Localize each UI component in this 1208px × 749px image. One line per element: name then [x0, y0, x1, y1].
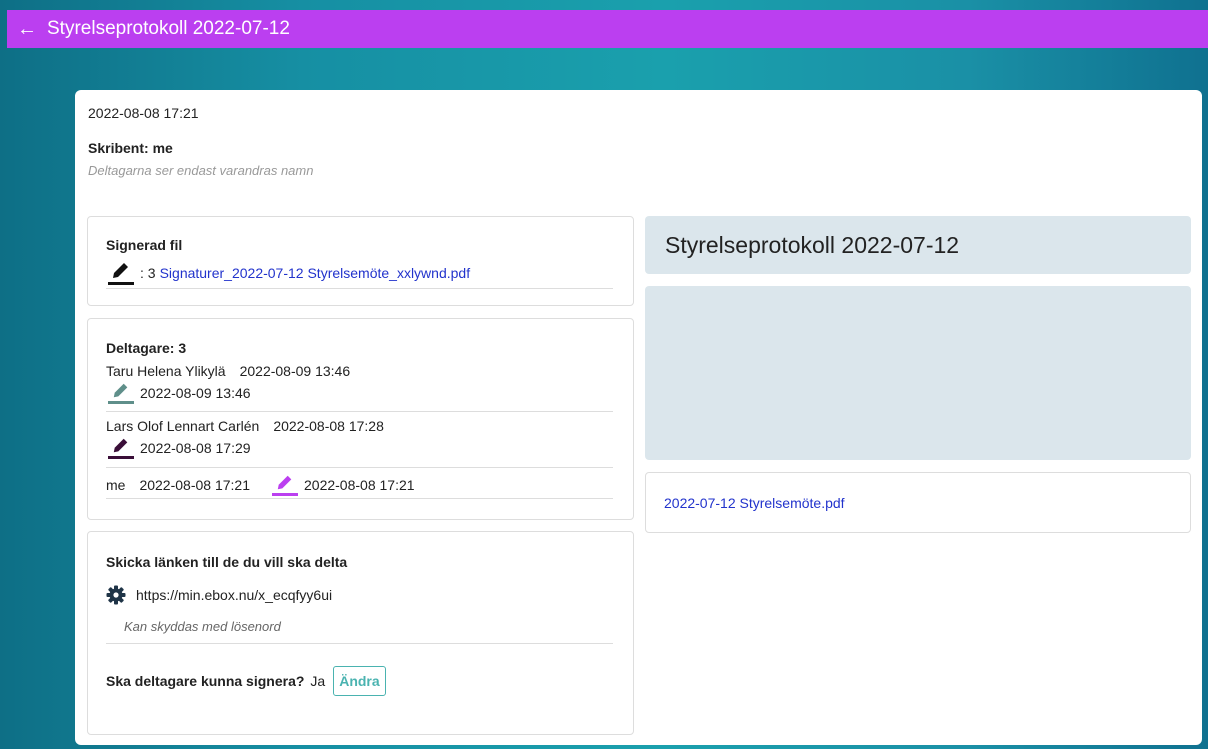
sign-setting-row: Ska deltagare kunna signera? Ja Ändra [106, 666, 386, 696]
created-date: 2022-08-08 17:21 [88, 105, 199, 121]
pen-icon [106, 261, 136, 285]
participant-signed: 2022-08-08 17:29 [140, 440, 251, 456]
participant-name: me [106, 476, 126, 493]
document-file-link[interactable]: 2022-07-12 Styrelsemöte.pdf [664, 495, 845, 511]
participant-signed: 2022-08-08 17:21 [304, 476, 415, 493]
participant-signed: 2022-08-09 13:46 [140, 385, 251, 401]
sign-answer: Ja [310, 673, 326, 689]
gear-icon[interactable] [106, 585, 126, 605]
participant-row: Taru Helena Ylikylä 2022-08-09 13:46 2022… [106, 361, 613, 412]
share-panel: Skicka länken till de du vill ska delta … [87, 531, 634, 735]
participant-joined: 2022-08-08 17:28 [273, 418, 384, 434]
participants-panel: Deltagare: 3 Taru Helena Ylikylä 2022-08-… [87, 318, 634, 520]
scribe-label: Skribent: me [88, 140, 173, 156]
arrow-left-icon[interactable]: ← [17, 19, 37, 39]
signed-file-row: : 3 Signaturer_2022-07-12 Styrelsemöte_x… [106, 257, 613, 289]
sign-question: Ska deltagare kunna signera? [106, 673, 305, 689]
share-title: Skicka länken till de du vill ska delta [106, 554, 348, 570]
participant-joined: 2022-08-09 13:46 [239, 363, 351, 379]
document-title: Styrelseprotokoll 2022-07-12 [645, 216, 1191, 274]
share-link-row: https://min.ebox.nu/x_ecqfyy6ui [106, 585, 332, 605]
participant-row: me 2022-08-08 17:21 2022-08-08 17:21 [106, 471, 613, 499]
pen-icon [270, 474, 300, 496]
share-url: https://min.ebox.nu/x_ecqfyy6ui [136, 587, 333, 603]
document-file-row: 2022-07-12 Styrelsemöte.pdf [645, 472, 1191, 533]
pen-icon [106, 382, 136, 404]
signed-file-title: Signerad fil [106, 237, 183, 253]
page-title: Styrelseprotokoll 2022-07-12 [47, 18, 290, 39]
signed-file-link[interactable]: Signaturer_2022-07-12 Styrelsemöte_xxlyw… [160, 265, 471, 281]
participant-name: Lars Olof Lennart Carlén [106, 418, 260, 434]
change-button[interactable]: Ändra [333, 666, 386, 696]
signed-file-panel: Signerad fil : 3 Signaturer_2022-07-12 S… [87, 216, 634, 306]
pen-icon [106, 437, 136, 459]
participant-name: Taru Helena Ylikylä [106, 363, 226, 379]
participant-row: Lars Olof Lennart Carlén 2022-08-08 17:28… [106, 416, 613, 468]
participant-joined: 2022-08-08 17:21 [139, 476, 250, 493]
signature-count: : 3 [140, 264, 156, 281]
document-preview [645, 286, 1191, 460]
top-app-bar: ← Styrelseprotokoll 2022-07-12 [7, 10, 1208, 48]
password-note: Kan skyddas med lösenord [106, 614, 613, 644]
main-card: 2022-08-08 17:21 Skribent: me Deltagarna… [75, 90, 1202, 745]
scribe-note: Deltagarna ser endast varandras namn [88, 163, 314, 178]
participants-title: Deltagare: 3 [106, 340, 187, 356]
